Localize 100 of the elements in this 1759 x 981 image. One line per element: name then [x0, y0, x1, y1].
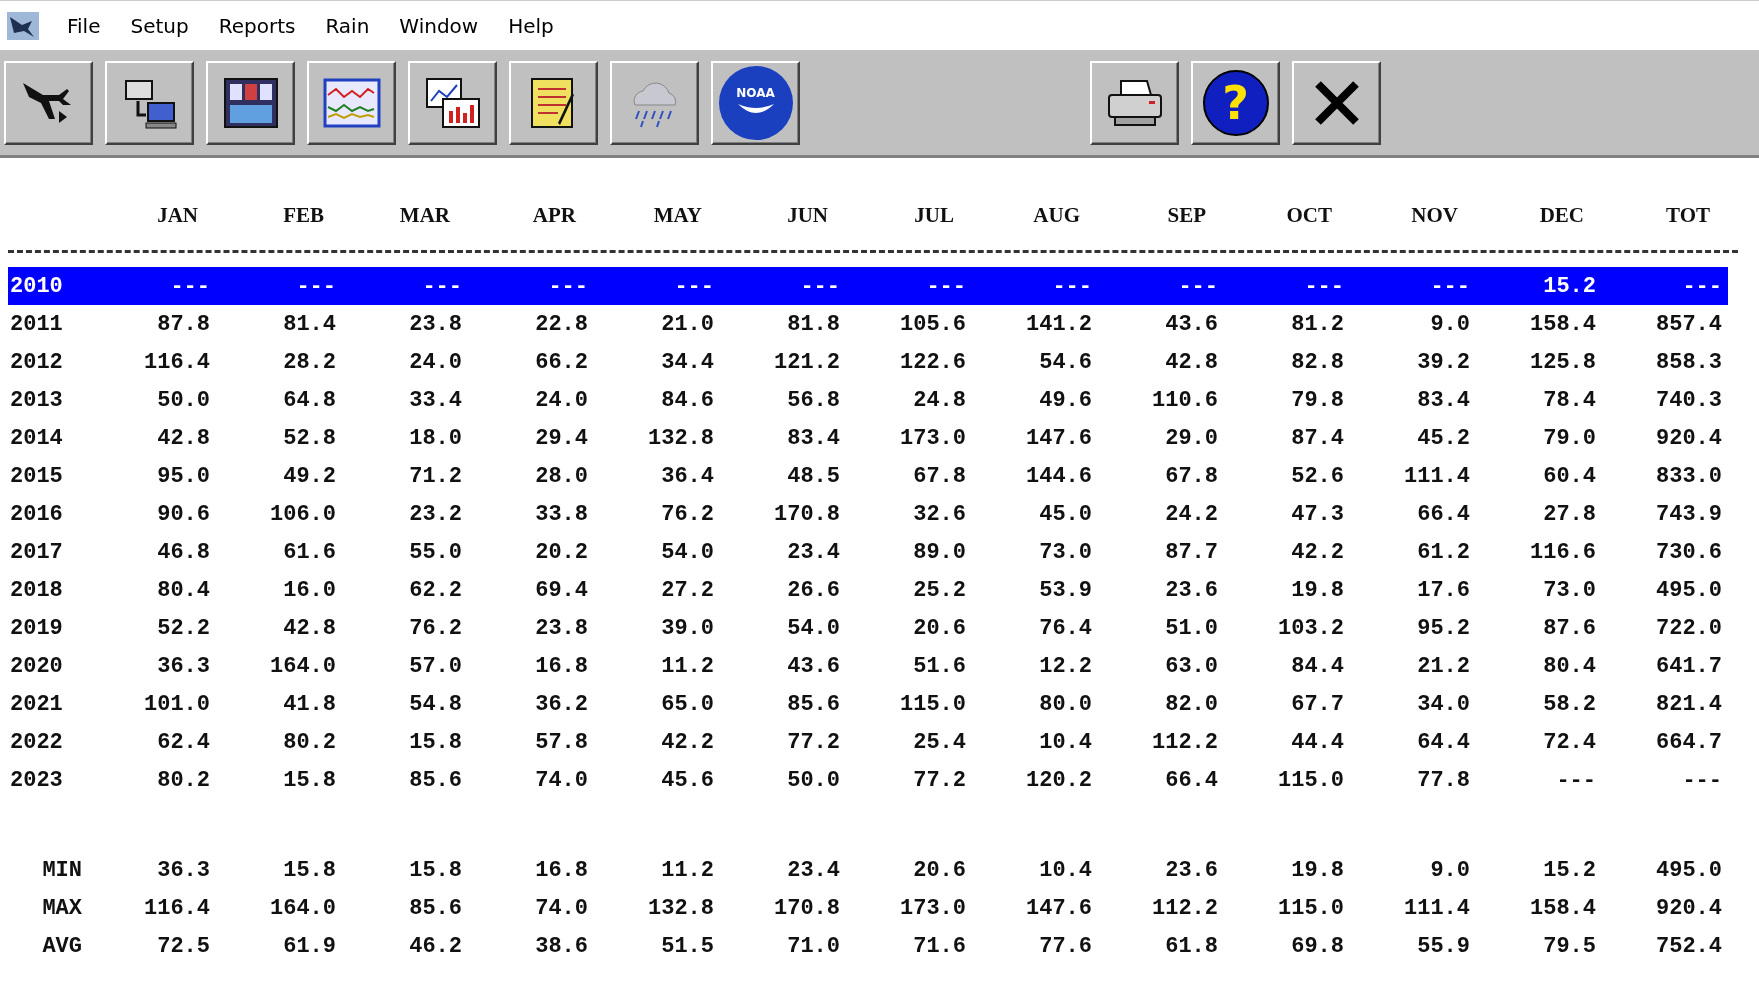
table-cell-text: 111.4: [1403, 895, 1471, 921]
table-cell-text: 80.4: [156, 577, 211, 603]
table-cell-text: 24.0: [408, 349, 463, 375]
table-cell-text: 170.8: [773, 895, 841, 921]
toolbar-button[interactable]: [206, 60, 295, 145]
table-row[interactable]: 2020 36.3 164.0 57.0 16.8 11.2 43.6 51.6 12.2 63.0 84.4 21.2 80.4 641.7: [8, 647, 1728, 685]
table-cell-text: 36.4: [660, 463, 715, 489]
table-cell-text: 101.0: [143, 691, 211, 717]
table-cell-text: 61.9: [282, 933, 337, 959]
toolbar-button[interactable]: [408, 60, 497, 145]
toolbar-button[interactable]: [1292, 60, 1381, 145]
table-cell-text: 77.8: [1416, 767, 1471, 793]
table-row[interactable]: 2023 80.2 15.8 85.6 74.0 45.6 50.0 77.2 120.2 66.4 115.0 77.8 --- ---: [8, 761, 1728, 799]
column-header: APR: [531, 202, 577, 228]
table-row[interactable]: 2018 80.4 16.0 62.2 69.4 27.2 26.6 25.2 53.9 23.6 19.8 17.6 73.0 495.0: [8, 571, 1728, 609]
table-row[interactable]: 2014 42.8 52.8 18.0 29.4 132.8 83.4 173.0 147.6 29.0 87.4 45.2 79.0 920.4: [8, 419, 1728, 457]
table-row[interactable]: 2021 101.0 41.8 54.8 36.2 65.0 85.6 115.0 80.0 82.0 67.7 34.0 58.2 821.4: [8, 685, 1728, 723]
table-cell-text: 740.3: [1655, 387, 1723, 413]
table-cell-text: 43.6: [1164, 311, 1219, 337]
table-cell-text: 52.2: [156, 615, 211, 641]
toolbar-button[interactable]: NOAA: [711, 60, 800, 145]
table-cell-text: 49.6: [1038, 387, 1093, 413]
table-cell-text: 77.2: [786, 729, 841, 755]
table-cell-text: 39.0: [660, 615, 715, 641]
table-cell-text: 95.0: [156, 463, 211, 489]
table-cell-text: 15.2: [1542, 857, 1597, 883]
table-cell-text: 74.0: [534, 767, 589, 793]
table-row[interactable]: 2012 116.4 28.2 24.0 66.2 34.4 121.2 122.6 54.6 42.8 82.8 39.2 125.8 858.3: [8, 343, 1728, 381]
table-cell-text: 10.4: [1038, 857, 1093, 883]
table-cell-text: 90.6: [156, 501, 211, 527]
table-cell-text: 80.4: [1542, 653, 1597, 679]
table-cell-text: ---: [547, 273, 589, 299]
table-cell-text: 84.4: [1290, 653, 1345, 679]
table-cell-text: 89.0: [912, 539, 967, 565]
toolbar-button[interactable]: [610, 60, 699, 145]
year-cell-text: 2013: [9, 387, 64, 413]
toolbar-button[interactable]: [105, 60, 194, 145]
table-row[interactable]: 2022 62.4 80.2 15.8 57.8 42.2 77.2 25.4 10.4 112.2 44.4 64.4 72.4 664.7: [8, 723, 1728, 761]
table-cell-text: 21.2: [1416, 653, 1471, 679]
table-cell-text: ---: [169, 273, 211, 299]
table-cell-text: 85.6: [408, 767, 463, 793]
table-cell-text: 116.4: [143, 349, 211, 375]
table-cell-text: 20.2: [534, 539, 589, 565]
table-row[interactable]: 2013 50.0 64.8 33.4 24.0 84.6 56.8 24.8 49.6 110.6 79.8 83.4 78.4 740.3: [8, 381, 1728, 419]
table-cell-text: 71.6: [912, 933, 967, 959]
table-cell-text: 15.8: [282, 767, 337, 793]
table-cell-text: 45.0: [1038, 501, 1093, 527]
menu-item[interactable]: Window: [384, 13, 494, 38]
table-cell-text: 730.6: [1655, 539, 1723, 565]
table-cell-text: 46.2: [408, 933, 463, 959]
menu-item[interactable]: Rain: [310, 13, 385, 38]
year-cell-text: 2014: [9, 425, 64, 451]
table-cell-text: 73.0: [1038, 539, 1093, 565]
table-cell-text: 858.3: [1655, 349, 1723, 375]
table-row[interactable]: 2019 52.2 42.8 76.2 23.8 39.0 54.0 20.6 76.4 51.0 103.2 95.2 87.6 722.0: [8, 609, 1728, 647]
toolbar-button[interactable]: [1090, 60, 1179, 145]
table-cell-text: 87.7: [1164, 539, 1219, 565]
table-cell-text: 74.0: [534, 895, 589, 921]
table-row[interactable]: 2015 95.0 49.2 71.2 28.0 36.4 48.5 67.8 144.6 67.8 52.6 111.4 60.4 833.0: [8, 457, 1728, 495]
menu-item[interactable]: Setup: [115, 13, 204, 38]
table-cell-text: ---: [1303, 273, 1345, 299]
table-cell-text: 61.8: [1164, 933, 1219, 959]
table-cell-text: 87.4: [1290, 425, 1345, 451]
app-icon[interactable]: [6, 10, 40, 41]
toolbar-button[interactable]: [307, 60, 396, 145]
table-cell-text: 743.9: [1655, 501, 1723, 527]
table-cell-text: 50.0: [786, 767, 841, 793]
table-row[interactable]: 2016 90.6 106.0 23.2 33.8 76.2 170.8 32.6 45.0 24.2 47.3 66.4 27.8 743.9: [8, 495, 1728, 533]
table-cell-text: 120.2: [1025, 767, 1093, 793]
menu-item[interactable]: Help: [493, 13, 569, 38]
column-header: JUL: [913, 202, 955, 228]
table-cell-text: 67.8: [1164, 463, 1219, 489]
column-header: DEC: [1538, 202, 1585, 228]
table-cell-text: 920.4: [1655, 425, 1723, 451]
toolbar-button[interactable]: ?: [1191, 60, 1280, 145]
table-cell-text: 87.6: [1542, 615, 1597, 641]
toolbar-button[interactable]: [4, 60, 93, 145]
menu-item[interactable]: File: [52, 13, 116, 38]
table-cell-text: 42.8: [282, 615, 337, 641]
table-cell-text: 49.2: [282, 463, 337, 489]
table-cell-text: 10.4: [1038, 729, 1093, 755]
column-header: SEP: [1166, 202, 1207, 228]
table-cell-text: 71.2: [408, 463, 463, 489]
toolbar-button[interactable]: [509, 60, 598, 145]
table-cell-text: 78.4: [1542, 387, 1597, 413]
table-cell-text: 21.0: [660, 311, 715, 337]
table-cell-text: 52.6: [1290, 463, 1345, 489]
table-cell-text: 56.8: [786, 387, 841, 413]
table-cell-text: 62.4: [156, 729, 211, 755]
table-cell-text: 158.4: [1529, 895, 1597, 921]
table-cell-text: 63.0: [1164, 653, 1219, 679]
table-cell-text: 23.4: [786, 857, 841, 883]
selected-row[interactable]: 2010 --- --- --- --- --- --- --- --- --- --- --- 15.2 ---: [8, 267, 1728, 305]
table-cell-text: 51.6: [912, 653, 967, 679]
table-cell-text: 64.8: [282, 387, 337, 413]
table-cell-text: 22.8: [534, 311, 589, 337]
table-cell-text: 55.9: [1416, 933, 1471, 959]
table-row[interactable]: 2011 87.8 81.4 23.8 22.8 21.0 81.8 105.6 141.2 43.6 81.2 9.0 158.4 857.4: [8, 305, 1728, 343]
table-row[interactable]: 2017 46.8 61.6 55.0 20.2 54.0 23.4 89.0 73.0 87.7 42.2 61.2 116.6 730.6: [8, 533, 1728, 571]
menu-item[interactable]: Reports: [203, 13, 311, 38]
